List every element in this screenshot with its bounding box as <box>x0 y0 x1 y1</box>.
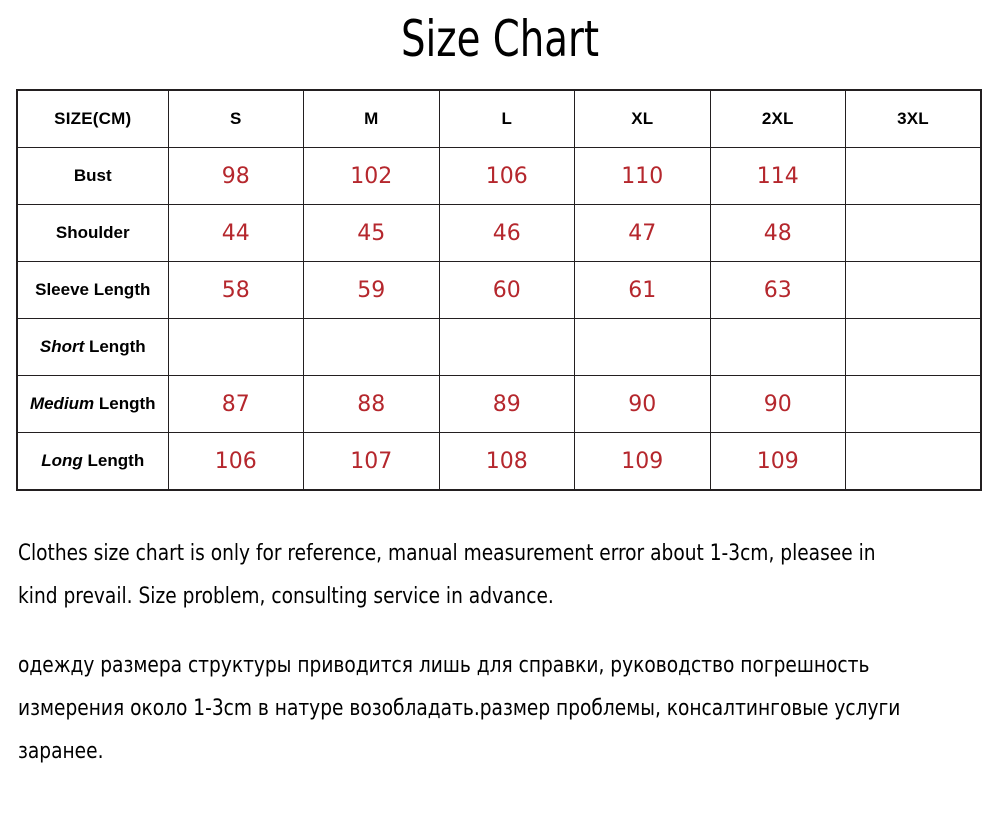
measurement-cell <box>845 204 982 262</box>
measurement-cell: 58 <box>167 261 304 319</box>
measurement-cell: 88 <box>303 375 440 433</box>
measurement-cell: 98 <box>167 147 304 205</box>
measurement-cell: 45 <box>303 204 440 262</box>
table-row: Short Length <box>16 318 982 376</box>
measurement-cell <box>845 318 982 376</box>
row-label-text: Bust <box>73 166 112 185</box>
measurement-cell <box>574 318 711 376</box>
measurement-cell: 90 <box>574 375 711 433</box>
measurement-cell <box>845 375 982 433</box>
measurement-cell: 61 <box>574 261 711 319</box>
note-english: Clothes size chart is only for reference… <box>18 541 876 609</box>
header-cell-size-l: L <box>438 89 575 148</box>
measurement-cell: 59 <box>303 261 440 319</box>
header-cell-size-2xl: 2XL <box>709 89 846 148</box>
measurement-cell: 102 <box>303 147 440 205</box>
measurement-cell: 44 <box>167 204 304 262</box>
measurement-cell: 108 <box>438 432 575 491</box>
header-cell-size-s: S <box>167 89 304 148</box>
measurement-cell <box>438 318 575 376</box>
measurement-cell <box>845 261 982 319</box>
row-label-emphasis: Medium <box>29 394 95 413</box>
measurement-cell: 87 <box>167 375 304 433</box>
row-label-text: Length <box>94 394 156 413</box>
note-russian: одежду размера структуры приводится лишь… <box>18 653 901 764</box>
measurement-cell: 106 <box>167 432 304 491</box>
size-chart-table: SIZE(CM) S M L XL 2XL 3XL Bust 98 102 106 110 114 Sho… <box>16 89 982 491</box>
measurement-cell <box>845 432 982 491</box>
row-label: Short Length <box>16 318 169 376</box>
measurement-cell: 89 <box>438 375 575 433</box>
header-cell-size-3xl: 3XL <box>845 89 982 148</box>
measurement-cell: 109 <box>709 432 846 491</box>
measurement-cell <box>845 147 982 205</box>
table-header-row: SIZE(CM) S M L XL 2XL 3XL <box>16 89 982 148</box>
table-row: Medium Length 87 88 89 90 90 <box>16 375 982 433</box>
measurement-cell: 109 <box>574 432 711 491</box>
measurement-cell <box>709 318 846 376</box>
table-row: Long Length 106 107 108 109 109 <box>16 432 982 491</box>
header-cell-size-xl: XL <box>574 89 711 148</box>
measurement-cell: 106 <box>438 147 575 205</box>
measurement-cell: 60 <box>438 261 575 319</box>
row-label: Bust <box>16 147 169 205</box>
measurement-cell <box>167 318 304 376</box>
row-label: Sleeve Length <box>16 261 169 319</box>
row-label: Long Length <box>16 432 169 491</box>
measurement-cell: 114 <box>709 147 846 205</box>
row-label-text: Length <box>84 337 146 356</box>
header-cell-size-m: M <box>303 89 440 148</box>
row-label: Medium Length <box>16 375 169 433</box>
measurement-cell: 48 <box>709 204 846 262</box>
row-label-text: Shoulder <box>55 223 130 242</box>
row-label-text: Sleeve Length <box>35 280 151 299</box>
measurement-cell: 110 <box>574 147 711 205</box>
measurement-cell <box>303 318 440 376</box>
measurement-cell: 90 <box>709 375 846 433</box>
table-row: Bust 98 102 106 110 114 <box>16 147 982 205</box>
page-title: Size Chart <box>400 10 600 68</box>
measurement-cell: 107 <box>303 432 440 491</box>
row-label-emphasis: Long <box>41 451 83 470</box>
measurement-cell: 47 <box>574 204 711 262</box>
measurement-cell: 46 <box>438 204 575 262</box>
table-row: Shoulder 44 45 46 47 48 <box>16 204 982 262</box>
row-label-text: Length <box>82 451 145 470</box>
size-chart-table-container: SIZE(CM) S M L XL 2XL 3XL Bust 98 102 106 110 114 Sho… <box>16 89 982 491</box>
disclaimer-notes: Clothes size chart is only for reference… <box>18 532 978 773</box>
header-cell-size-unit: SIZE(CM) <box>16 89 169 148</box>
measurement-cell: 63 <box>709 261 846 319</box>
row-label: Shoulder <box>16 204 169 262</box>
table-row: Sleeve Length 58 59 60 61 63 <box>16 261 982 319</box>
row-label-emphasis: Short <box>39 337 85 356</box>
